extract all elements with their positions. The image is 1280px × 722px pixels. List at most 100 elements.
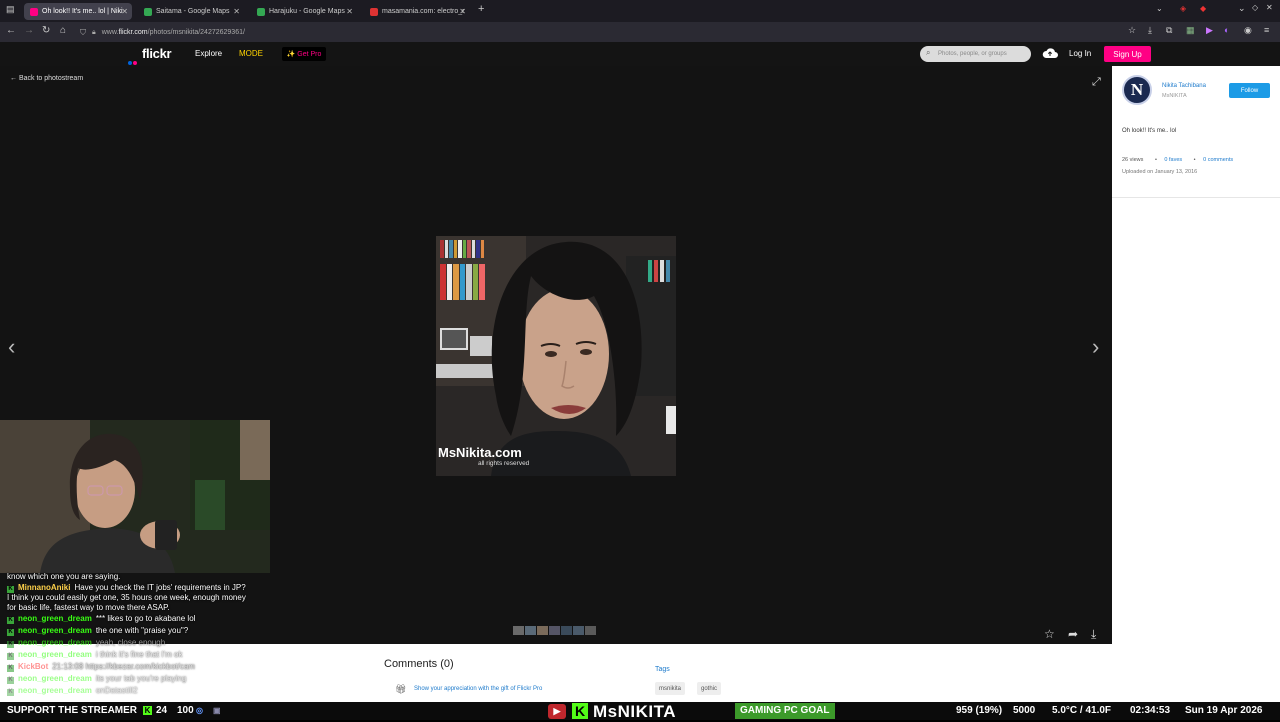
extension-icon[interactable]: ◐ — [1224, 25, 1229, 35]
close-tab-icon[interactable]: ✕ — [459, 7, 466, 16]
close-tab-icon[interactable]: ✕ — [233, 7, 240, 16]
kick-badge-icon: K — [7, 653, 14, 661]
thumbnail[interactable] — [513, 626, 524, 635]
expand-icon[interactable]: ⤢ — [1092, 76, 1101, 89]
chat-text: yeah, close enough — [95, 638, 166, 648]
chat-text: *** likes to go to akabane lol — [95, 614, 196, 624]
tag-gothic[interactable]: gothic — [697, 682, 722, 695]
follow-button[interactable]: Follow — [1229, 83, 1270, 98]
tab-flickr-photo[interactable]: Oh look!! It's me.. lol | Niki ✕ — [24, 3, 132, 20]
thumbnail[interactable] — [573, 626, 584, 635]
thumbnail[interactable] — [549, 626, 560, 635]
close-tab-icon[interactable]: ✕ — [346, 7, 353, 16]
minimize-icon[interactable]: ⌄ — [1238, 3, 1246, 14]
browser-tab-bar: ▤ Oh look!! It's me.. lol | Niki ✕ Saita… — [0, 0, 1280, 22]
webcam-overlay — [0, 420, 270, 573]
tab-harajuku-maps[interactable]: Harajuku - Google Maps ✕ — [251, 3, 357, 20]
bookmark-star-icon[interactable]: ☆ — [1128, 25, 1136, 36]
chat-username: neon_green_dream — [18, 638, 92, 648]
search-icon: ⌕ — [926, 48, 931, 57]
main-photo[interactable]: MsNikita.com all rights reserved — [436, 236, 676, 476]
flickr-logo[interactable]: flickr — [142, 46, 172, 61]
chat-text: the one with "praise you"? — [95, 626, 189, 636]
maps-favicon-icon — [257, 7, 265, 16]
chat-message: Kneon_green_dream onDatastill2 — [7, 686, 247, 697]
restore-icon[interactable]: ◇ — [1252, 3, 1258, 12]
get-pro-button[interactable]: ✨ Get Pro — [282, 47, 326, 61]
home-icon[interactable]: ⌂ — [60, 25, 66, 36]
tab-saitama-maps[interactable]: Saitama - Google Maps ✕ — [138, 3, 244, 20]
tab-masamania[interactable]: masamania.com: electro_r ✕ — [364, 3, 470, 20]
extension-icon[interactable]: ▦ — [1186, 25, 1195, 36]
signup-button[interactable]: Sign Up — [1104, 46, 1151, 62]
faves-link[interactable]: 0 faves — [1164, 157, 1182, 163]
tag-msnikita[interactable]: msnikita — [655, 682, 686, 695]
kick-logo-icon: K — [143, 706, 152, 715]
follower-count: 24 — [156, 705, 168, 716]
chat-text: onDatastill2 — [95, 686, 138, 696]
close-window-icon[interactable]: ✕ — [1266, 3, 1273, 12]
thumbnail[interactable] — [537, 626, 548, 635]
extensions-icon[interactable]: ⧉ — [1166, 25, 1172, 36]
url-host: flickr.com — [118, 29, 148, 36]
next-photo-arrow-icon[interactable]: › — [1092, 334, 1099, 360]
address-bar[interactable]: ⛉ 🔒︎ www. flickr.com/photos/msnikita/2427… — [80, 25, 1110, 40]
tab-list-icon[interactable]: ▤ — [6, 4, 15, 15]
divider — [1112, 197, 1280, 198]
chat-message: Kneon_green_dream *** likes to go to akab… — [7, 614, 247, 625]
upload-cloud-icon[interactable] — [1042, 47, 1058, 59]
chevron-down-icon[interactable]: ⌄ — [1156, 4, 1163, 13]
portrait-photo-image: MsNikita.com all rights reserved — [436, 236, 676, 476]
tags-heading: Tags — [655, 666, 670, 673]
comments-heading: Comments (0) — [384, 658, 454, 670]
chat-text: i think it's fine that I'm ok — [95, 650, 183, 660]
back-to-photostream-link[interactable]: ← Back to photostream — [10, 75, 83, 82]
chat-username: neon_green_dream — [18, 674, 92, 684]
avatar-letter: N — [1130, 80, 1144, 99]
extension-icon[interactable]: ▶ — [1206, 25, 1213, 36]
tracking-shield-icon[interactable]: ⛉ — [80, 28, 86, 38]
nav-explore[interactable]: Explore — [195, 49, 222, 58]
stream-chat-overlay: know which one you are saying. K MinnanoA… — [7, 572, 247, 697]
owner-name-link[interactable]: Nikita Tachibana — [1162, 83, 1206, 89]
goal-target: 5000 — [1013, 705, 1036, 716]
share-icon[interactable]: ➦ — [1068, 627, 1078, 641]
comments-link[interactable]: 0 comments — [1203, 157, 1233, 163]
thumbnail[interactable] — [561, 626, 572, 635]
favorite-star-icon[interactable]: ☆ — [1044, 627, 1055, 641]
chat-message: Kneon_green_dream yeah, close enough — [7, 638, 247, 649]
login-link[interactable]: Log In — [1069, 49, 1091, 58]
menu-icon[interactable]: ≡ — [1264, 25, 1269, 35]
stream-brand: MsNIKITA — [593, 702, 677, 721]
lock-icon[interactable]: 🔒︎ — [92, 29, 96, 37]
back-arrow-icon[interactable]: ← — [6, 25, 16, 36]
thumbnail[interactable] — [525, 626, 536, 635]
search-input[interactable]: ⌕ Photos, people, or groups — [920, 46, 1031, 62]
thumbnail[interactable] — [585, 626, 596, 635]
gift-icon: 🎁︎ — [395, 684, 407, 694]
download-icon[interactable]: ⤓ — [1148, 25, 1152, 36]
close-tab-icon[interactable]: ✕ — [121, 7, 128, 16]
owner-avatar[interactable]: N — [1122, 75, 1152, 105]
goal-bar: GAMING PC GOAL — [735, 703, 835, 719]
nav-mode[interactable]: MODE — [239, 49, 263, 58]
new-tab-button[interactable]: + — [478, 3, 484, 15]
site-favicon-icon — [370, 7, 378, 16]
reload-icon[interactable]: ↻ — [42, 25, 50, 36]
chat-username: KickBot — [18, 662, 49, 672]
gift-pro-link[interactable]: Show your appreciation with the gift of … — [414, 686, 542, 692]
kick-badge-icon: K — [7, 641, 14, 649]
extension-icon[interactable]: ◆ — [1200, 4, 1206, 13]
forward-arrow-icon[interactable]: → — [24, 25, 34, 36]
back-label: Back to photostream — [18, 75, 84, 82]
url-prefix: www. — [101, 29, 119, 36]
extension-icon[interactable]: ◈ — [1180, 4, 1186, 13]
profile-icon[interactable]: ◉ — [1244, 25, 1252, 36]
kick-badge-icon: K — [7, 617, 14, 625]
youtube-logo-icon: ▶ — [548, 704, 566, 719]
previous-photo-arrow-icon[interactable]: ‹ — [8, 334, 15, 360]
chat-message: K MinnanoAniki Have you check the IT jobs'… — [7, 583, 247, 612]
follow-label: Follow — [1240, 87, 1259, 94]
download-icon[interactable]: ⤓ — [1091, 627, 1096, 642]
goal-label: GAMING PC GOAL — [740, 705, 830, 716]
